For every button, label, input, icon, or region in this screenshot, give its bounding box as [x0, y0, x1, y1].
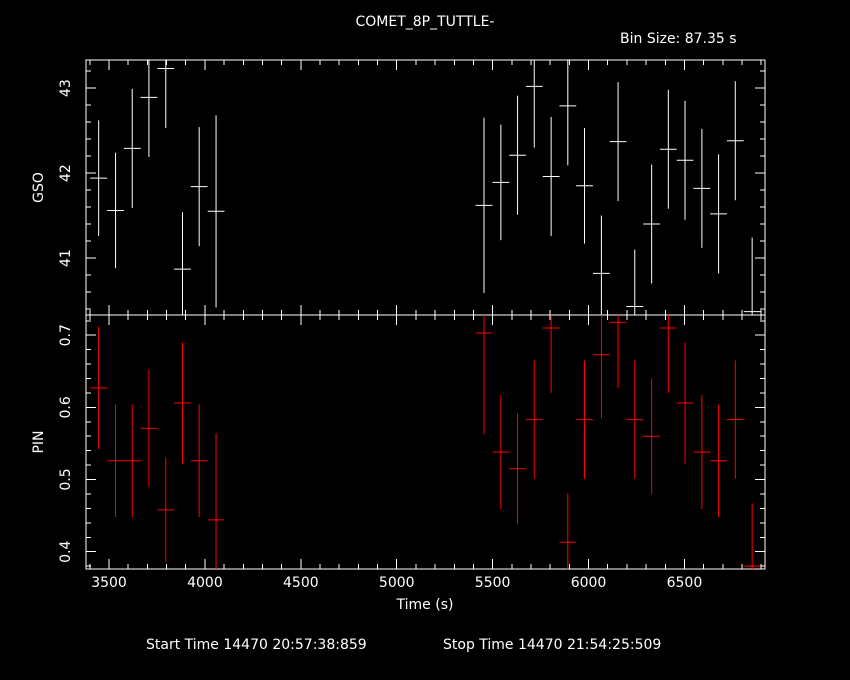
gso-data-point: [693, 128, 711, 248]
pin-data-point: [659, 315, 677, 393]
pin-data-point: [710, 404, 727, 518]
gso-data-point: [140, 60, 158, 157]
pin-y-tick-label: 0.5: [58, 468, 74, 490]
pin-y-axis-label: PIN: [31, 430, 47, 453]
pin-y-tick-label: 0.4: [58, 540, 74, 562]
gso-data-point: [492, 124, 510, 241]
gso-data-point: [190, 127, 208, 247]
pin-data-point: [676, 342, 694, 464]
pin-y-tick-label: 0.6: [58, 396, 74, 418]
pin-data-point: [643, 378, 661, 494]
gso-data-point: [542, 116, 560, 236]
gso-y-tick-label: 43: [58, 79, 74, 97]
pin-data-point: [492, 395, 510, 510]
gso-y-tick-label: 42: [58, 164, 74, 182]
x-tick-label: 6500: [667, 575, 703, 591]
gso-data-point: [676, 100, 694, 220]
gso-y-axis-label: GSO: [31, 172, 47, 203]
gso-y-tick-label: 41: [58, 249, 74, 267]
pin-y-tick-label: 0.7: [58, 324, 74, 346]
pin-data-point: [626, 360, 644, 479]
pin-data-point: [693, 395, 711, 510]
gso-panel-frame: [85, 59, 766, 316]
pin-panel-frame: [85, 314, 766, 570]
x-tick-label: 6000: [571, 575, 607, 591]
light-curve-plot: 41 42 43 GSO 3500 4000 4500 5000 5500 6000 6500 0.4…: [31, 59, 766, 591]
pin-data-point: [174, 342, 191, 464]
x-tick-label: 3500: [91, 575, 127, 591]
pin-data-point: [542, 315, 560, 393]
pin-data-point: [525, 360, 543, 479]
stop-time-label: Stop Time 14470 21:54:25:509: [443, 637, 662, 653]
pin-data-point: [157, 457, 175, 562]
x-axis-label: Time (s): [396, 597, 454, 613]
pin-data-point: [190, 404, 208, 518]
gso-data-point: [643, 164, 661, 284]
pin-data-point: [609, 315, 627, 388]
pin-data-point: [90, 326, 108, 450]
gso-data-point: [107, 152, 124, 269]
pin-data-point: [509, 413, 526, 525]
gso-data-point: [90, 120, 108, 236]
x-tick-label: 5500: [475, 575, 511, 591]
gso-data-point: [174, 212, 191, 315]
gso-data-point: [659, 89, 677, 209]
gso-data-point: [726, 81, 744, 201]
pin-data-point: [107, 404, 124, 518]
pin-data-point: [576, 360, 593, 479]
start-time-label: Start Time 14470 20:57:38:859: [146, 637, 367, 653]
gso-data-point: [475, 117, 493, 293]
gso-data-point: [509, 95, 526, 215]
x-tick-label: 5000: [379, 575, 415, 591]
gso-data-point: [207, 115, 225, 308]
gso-data-point: [559, 60, 577, 166]
gso-data-point: [609, 82, 627, 202]
gso-data-point: [710, 154, 727, 274]
gso-data-point: [743, 237, 761, 315]
gso-data-point: [157, 60, 175, 128]
x-tick-label: 4000: [187, 575, 223, 591]
gso-data-point: [626, 249, 644, 315]
x-tick-label: 4500: [283, 575, 319, 591]
gso-data-point: [525, 60, 543, 148]
pin-data-point: [123, 404, 141, 518]
pin-data-point: [140, 369, 158, 487]
pin-data-point: [726, 360, 744, 479]
gso-data-point: [576, 128, 593, 244]
gso-data-point: [123, 88, 141, 208]
